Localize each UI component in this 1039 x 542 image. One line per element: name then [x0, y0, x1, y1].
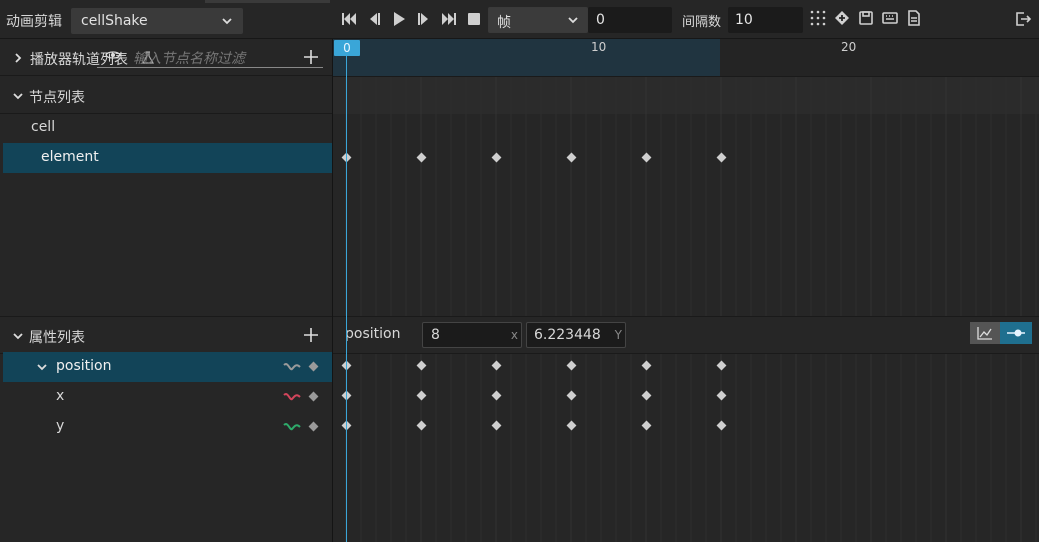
property-name: x: [56, 388, 65, 404]
ruler-label: 20: [841, 40, 857, 54]
first-frame-icon[interactable]: [340, 10, 358, 28]
time-unit-select[interactable]: 帧: [488, 7, 588, 33]
property-row-position[interactable]: position: [3, 352, 332, 382]
playback-controls: [340, 10, 483, 28]
time-ruler[interactable]: 10 20 0: [333, 39, 1039, 77]
grid-icon[interactable]: [809, 9, 827, 27]
chevron-down-icon: [568, 17, 578, 24]
doc-icon[interactable]: [905, 9, 923, 27]
current-frame-value: 0: [596, 12, 605, 28]
stop-icon[interactable]: [465, 10, 483, 28]
chevron-down-icon: [222, 18, 232, 25]
curve-chart-icon: [977, 327, 992, 340]
keyframe-view-button[interactable]: [1000, 322, 1032, 344]
timeline-grid: [333, 47, 1039, 542]
property-list-header[interactable]: 属性列表: [0, 316, 332, 354]
curve-icon[interactable]: [283, 392, 301, 402]
prev-frame-icon[interactable]: [365, 10, 383, 28]
keyframe-toggle-icon[interactable]: [308, 391, 319, 402]
chevron-down-icon[interactable]: [12, 90, 24, 102]
node-row-element[interactable]: element: [3, 143, 332, 173]
property-name: position: [56, 358, 112, 374]
interval-value: 10: [735, 12, 753, 28]
play-icon[interactable]: [390, 10, 408, 28]
property-row-y[interactable]: y: [3, 412, 332, 442]
property-bar-name: position: [345, 326, 401, 342]
keyboard-icon[interactable]: [881, 9, 899, 27]
node-name: element: [41, 149, 99, 165]
ruler-label: 10: [591, 40, 607, 54]
y-value: 6.223448: [534, 327, 601, 343]
curve-icon[interactable]: [283, 422, 301, 432]
property-row-x[interactable]: x: [3, 382, 332, 412]
y-value-input[interactable]: 6.223448 Y: [526, 322, 626, 348]
node-row-cell[interactable]: cell: [3, 113, 332, 143]
x-axis-label: x: [510, 328, 518, 342]
y-axis-label: Y: [614, 328, 622, 342]
keyframe-toggle-icon[interactable]: [308, 421, 319, 432]
node-list-title: 节点列表: [29, 90, 85, 106]
chevron-right-icon[interactable]: [12, 52, 24, 64]
last-frame-icon[interactable]: [440, 10, 458, 28]
current-frame-marker[interactable]: 0: [334, 40, 360, 56]
clip-select-value: cellShake: [81, 13, 148, 29]
property-name: y: [56, 418, 65, 434]
interval-label: 间隔数: [682, 15, 722, 30]
property-list-title: 属性列表: [29, 330, 85, 346]
exit-icon[interactable]: [1014, 10, 1032, 28]
time-unit-value: 帧: [497, 15, 511, 31]
eye-icon[interactable]: [105, 49, 121, 61]
node-list-header[interactable]: 节点列表: [0, 77, 332, 114]
tool-icons: [809, 9, 923, 27]
node-name: cell: [31, 119, 56, 135]
node-filter-placeholder: 输入节点名称过滤: [133, 51, 245, 67]
timeline-area[interactable]: 10 20 0: [333, 39, 1039, 542]
node-filter-input[interactable]: 输入节点名称过滤: [97, 43, 323, 68]
next-frame-icon[interactable]: [415, 10, 433, 28]
slider-icon: [1007, 329, 1025, 337]
interval-input[interactable]: 10: [728, 7, 803, 33]
clip-label: 动画剪辑: [6, 14, 62, 30]
keyframe-icon[interactable]: [833, 9, 851, 27]
add-property-icon[interactable]: [303, 327, 319, 343]
keyframe-toggle-icon[interactable]: [308, 361, 319, 372]
current-frame-input[interactable]: 0: [588, 7, 672, 33]
chevron-down-icon[interactable]: [12, 330, 24, 342]
view-mode-toggle[interactable]: [970, 322, 1032, 344]
x-value-input[interactable]: 8 x: [422, 322, 522, 348]
playhead[interactable]: [346, 56, 347, 542]
clip-select[interactable]: cellShake: [71, 8, 243, 34]
left-panel: 播放器轨道列表 节点列表 输入节点名称过滤 cell element 属性列表 …: [0, 39, 332, 542]
curve-icon[interactable]: [283, 362, 301, 372]
chevron-down-icon[interactable]: [36, 361, 48, 373]
x-value: 8: [431, 327, 440, 343]
property-value-bar: position 8 x 6.223448 Y: [333, 316, 1039, 354]
curve-view-button[interactable]: [970, 322, 1000, 344]
active-range: [333, 39, 720, 76]
save-icon[interactable]: [857, 9, 875, 27]
